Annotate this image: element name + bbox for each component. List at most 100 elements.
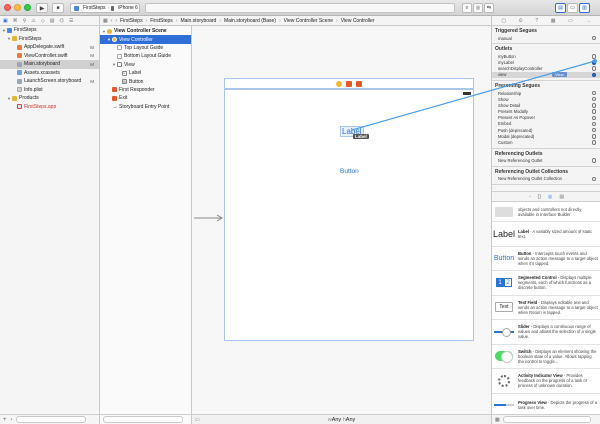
library-tab-icon[interactable]: ▤ <box>559 194 564 200</box>
navigator-filter-input[interactable] <box>15 416 86 423</box>
assistant-editor-button[interactable]: ◎ <box>473 3 483 13</box>
outline-item[interactable]: ▼ View Controller Scene <box>100 27 191 35</box>
outline-item[interactable]: Bottom Layout Guide <box>100 52 191 60</box>
zoom-window-button[interactable] <box>24 4 31 11</box>
file-tree-item[interactable]: ▼ FirstSteps <box>0 35 99 44</box>
inspector-tab-icon[interactable]: ▦ <box>551 18 556 24</box>
inspector-tab-icon[interactable]: ▢ <box>501 18 506 24</box>
disclosure-triangle-icon[interactable]: ▼ <box>7 36 11 41</box>
library-item[interactable]: 1 2 Segmented Control - Displays multiple … <box>492 271 600 296</box>
scheme-selector[interactable]: FirstSteps › iPhone 6 <box>70 3 140 13</box>
connection-circle-icon[interactable] <box>591 103 596 108</box>
breadcrumb-item[interactable]: View Controller <box>341 18 375 24</box>
disclosure-triangle-icon[interactable]: ▼ <box>112 62 116 67</box>
outline-item[interactable]: First Responder <box>100 86 191 94</box>
disclosure-triangle-icon[interactable]: ▼ <box>2 28 6 33</box>
library-item[interactable]: Activity Indicator View - Provides feedb… <box>492 369 600 394</box>
inspector-tab-icon[interactable]: ▭ <box>568 18 573 24</box>
connection-row[interactable]: New Referencing Outlet <box>492 158 600 164</box>
first-responder-icon[interactable] <box>346 80 352 87</box>
outline-toggle-icon[interactable]: ▭ <box>195 417 200 423</box>
connection-circle-icon[interactable] <box>591 140 596 145</box>
breadcrumb-item[interactable]: View Controller Scene <box>284 18 333 24</box>
connection-circle-icon[interactable] <box>591 127 596 133</box>
breadcrumb-item[interactable]: FirstSteps <box>120 18 143 24</box>
navigator-tab-icon[interactable]: ⚲ <box>23 18 27 24</box>
outline-item[interactable]: Top Layout Guide <box>100 44 191 52</box>
related-items-icon[interactable]: ▦ <box>103 18 108 24</box>
library-item[interactable]: Button Button - Intercepts touch events a… <box>492 247 600 271</box>
inspector-tab-icon[interactable]: ? <box>535 18 538 24</box>
breadcrumb-item[interactable]: Main.storyboard <box>180 18 216 24</box>
navigator-tab-icon[interactable]: ⌬ <box>59 18 63 24</box>
connection-row[interactable]: manual <box>492 35 600 41</box>
library-item[interactable]: Switch - Displays an element showing the… <box>492 345 600 369</box>
file-tree-item[interactable]: FirstSteps.app <box>0 103 99 112</box>
library-item[interactable]: Progress View - Depicts the progress of … <box>492 394 600 415</box>
navigator-tab-icon[interactable]: ⌘ <box>13 18 18 24</box>
navigator-tab-icon[interactable]: ⚠ <box>31 18 35 24</box>
forward-icon[interactable]: › <box>115 18 117 24</box>
library-item[interactable]: Slider - Displays a continuous range of … <box>492 320 600 345</box>
toggle-utilities-button[interactable]: ▥ <box>579 3 590 13</box>
version-editor-button[interactable]: ⇆ <box>484 3 494 13</box>
library-tab-icon[interactable]: ◎ <box>548 194 552 200</box>
disclosure-triangle-icon[interactable]: ▼ <box>107 37 111 42</box>
file-tree-item[interactable]: LaunchScreen.storyboard M <box>0 77 99 86</box>
navigator-tab-icon[interactable]: ▣ <box>3 18 8 24</box>
inspector-tab-icon[interactable]: → <box>586 18 591 24</box>
connection-circle-icon[interactable] <box>591 176 596 182</box>
connection-circle-icon[interactable] <box>591 115 596 121</box>
outline-item[interactable]: ▼ View Controller <box>100 35 191 44</box>
connection-circle-icon[interactable] <box>591 35 596 41</box>
file-tree-item[interactable]: ViewController.swift M <box>0 52 99 61</box>
view-controller-icon[interactable] <box>336 80 342 87</box>
connection-circle-icon[interactable] <box>591 158 596 163</box>
storyboard-entry-arrow-icon[interactable] <box>194 214 224 222</box>
toggle-navigator-button[interactable]: ▤ <box>555 3 566 13</box>
size-class-control[interactable]: wAny hAny <box>328 417 356 423</box>
view-controller-view[interactable]: Label Label Button <box>224 89 474 341</box>
breadcrumb-item[interactable]: Main.storyboard (Base) <box>224 18 276 24</box>
outline-filter-input[interactable] <box>103 416 183 423</box>
outline-item[interactable]: ▼ View <box>100 61 191 69</box>
library-item[interactable]: Label Label - A variably sized amount of … <box>492 222 600 247</box>
add-icon[interactable]: + <box>3 417 7 423</box>
navigator-tab-icon[interactable]: ◇ <box>41 18 45 24</box>
connection-row[interactable]: New Referencing Outlet Collection <box>492 176 600 182</box>
file-tree-item[interactable]: Assets.xcassets <box>0 69 99 78</box>
library-item[interactable]: objects and controllers not directly ava… <box>492 202 600 222</box>
back-icon[interactable]: ‹ <box>111 18 113 24</box>
file-tree-item[interactable]: AppDelegate.swift M <box>0 43 99 52</box>
minimize-window-button[interactable] <box>14 4 21 11</box>
connection-circle-icon[interactable] <box>591 121 596 127</box>
outline-item[interactable]: B Button <box>100 77 191 85</box>
library-item[interactable]: Text Text Field - Displays editable text … <box>492 296 600 320</box>
connection-row[interactable]: view View <box>492 71 600 78</box>
navigator-tab-icon[interactable]: ☰ <box>69 18 73 24</box>
file-tree-item[interactable]: Main.storyboard M <box>0 60 99 69</box>
connection-circle-icon[interactable] <box>591 109 596 114</box>
exit-icon[interactable] <box>356 80 362 87</box>
run-button[interactable]: ▶ <box>36 3 48 13</box>
breadcrumb-item[interactable]: FirstSteps <box>150 18 173 24</box>
storyboard-canvas[interactable]: Label Label Button <box>192 26 491 414</box>
connection-circle-icon[interactable] <box>591 72 596 78</box>
connection-circle-icon[interactable] <box>591 66 596 71</box>
inspector-tab-icon[interactable]: ⏲ <box>519 18 523 24</box>
connection-circle-icon[interactable] <box>591 60 596 65</box>
file-tree-item[interactable]: ▼ FirstSteps <box>0 26 99 35</box>
connection-circle-icon[interactable] <box>591 96 596 102</box>
stop-button[interactable]: ■ <box>52 3 64 13</box>
file-tree-item[interactable]: Info.plist <box>0 86 99 95</box>
file-tree-item[interactable]: ▼ Products <box>0 94 99 103</box>
connection-circle-icon[interactable] <box>591 54 596 59</box>
canvas-button[interactable]: Button <box>340 168 359 175</box>
grid-view-icon[interactable]: ▦ <box>495 417 500 423</box>
disclosure-triangle-icon[interactable]: ▼ <box>7 96 11 101</box>
library-tab-icon[interactable]: {} <box>538 194 541 200</box>
library-tab-icon[interactable]: ▫ <box>529 194 531 200</box>
connection-circle-icon[interactable] <box>591 90 596 96</box>
navigator-tab-icon[interactable]: ▤ <box>50 18 55 24</box>
close-window-button[interactable] <box>4 4 11 11</box>
